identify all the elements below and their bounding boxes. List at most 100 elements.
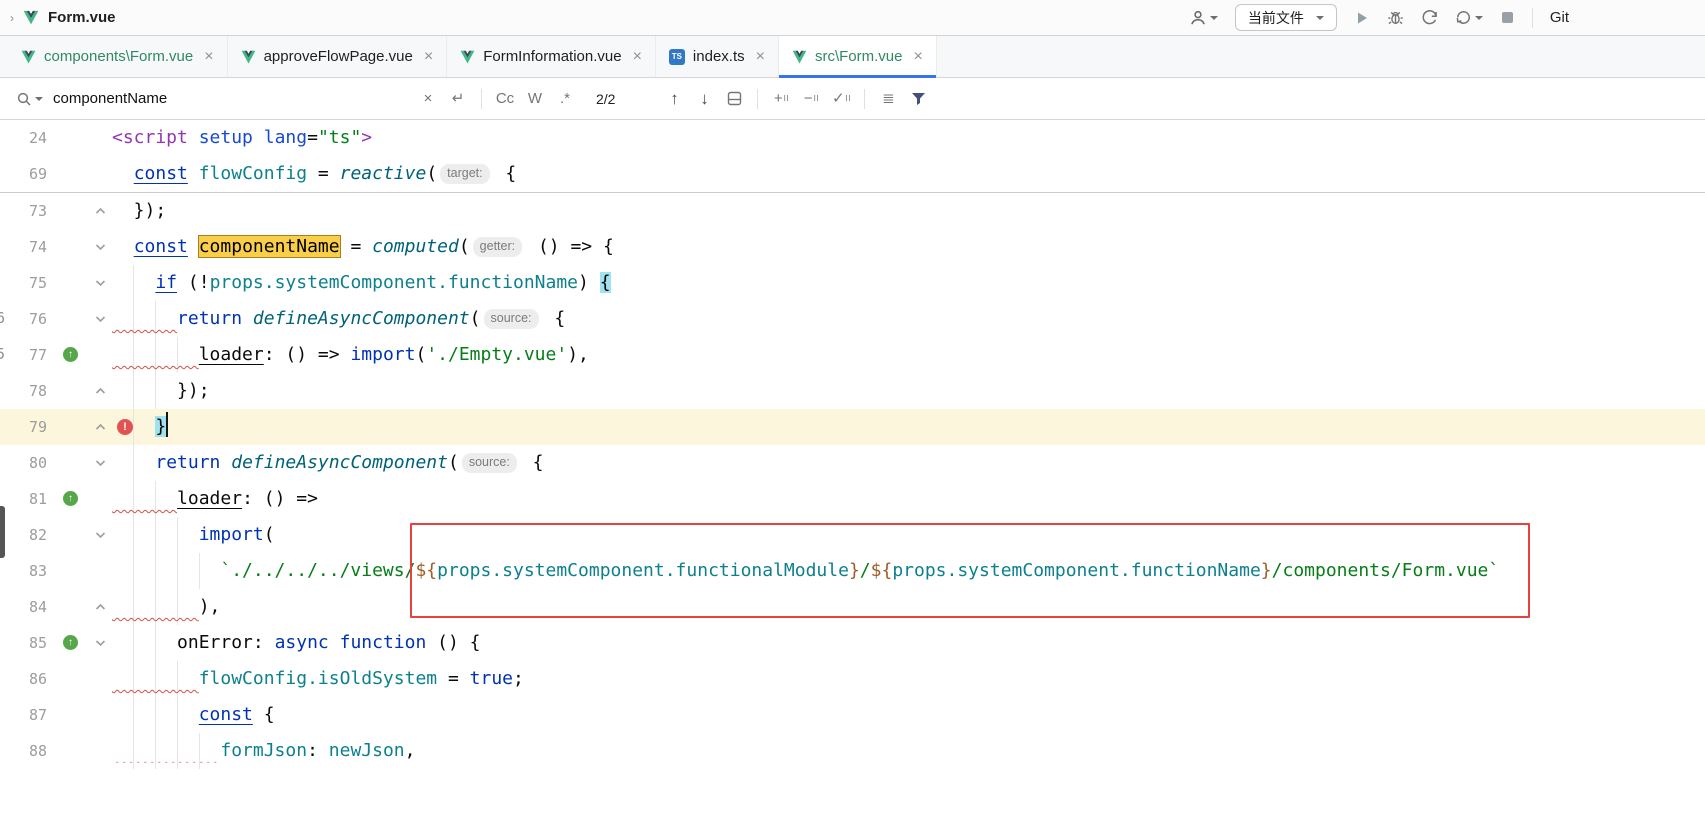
fold-expanded-icon[interactable]: [95, 639, 106, 647]
implemented-arrow-icon[interactable]: ↑: [63, 347, 78, 362]
code-line-78[interactable]: 78 });: [0, 373, 1705, 409]
gutter[interactable]: 83: [0, 553, 112, 589]
filter-lines-icon[interactable]: ≣: [877, 87, 899, 111]
line-number[interactable]: 77: [0, 337, 47, 373]
debug-icon[interactable]: [1387, 9, 1404, 26]
close-tab-icon[interactable]: ×: [633, 49, 642, 65]
code-line-80[interactable]: 80 return defineAsyncComponent(source: {: [0, 445, 1705, 481]
code-line-75[interactable]: 75 if (!props.systemComponent.functionNa…: [0, 265, 1705, 301]
gutter[interactable]: 69: [0, 156, 112, 192]
tab-forminformation-vue[interactable]: FormInformation.vue×: [447, 36, 656, 77]
code-line-81[interactable]: 81↑ loader: () =>: [0, 481, 1705, 517]
code-line-24[interactable]: 24<script setup lang="ts">: [0, 120, 1705, 156]
gutter[interactable]: 77 ↑: [0, 337, 112, 373]
gutter[interactable]: 84: [0, 589, 112, 625]
tab-index-ts[interactable]: TSindex.ts×: [656, 36, 779, 77]
line-number[interactable]: 83: [0, 553, 47, 589]
user-profile-icon[interactable]: [1189, 9, 1218, 27]
line-number[interactable]: 69: [0, 156, 47, 192]
gutter[interactable]: 87: [0, 697, 112, 733]
tab-components-form-vue[interactable]: components\Form.vue×: [8, 36, 228, 77]
rerun-icon[interactable]: [1455, 9, 1483, 26]
run-configuration-select[interactable]: 当前文件: [1235, 4, 1337, 31]
code-line-73[interactable]: 73 });: [0, 193, 1705, 229]
gutter[interactable]: 76: [0, 301, 112, 337]
line-number[interactable]: 88: [0, 733, 47, 769]
line-number[interactable]: 75: [0, 265, 47, 301]
tab-approveflowpage-vue[interactable]: approveFlowPage.vue×: [228, 36, 448, 77]
run-icon[interactable]: [1354, 10, 1370, 26]
code-line-77[interactable]: 77↑ loader: () => import('./Empty.vue'),: [0, 337, 1705, 373]
gutter[interactable]: 81 ↑: [0, 481, 112, 517]
error-icon[interactable]: !: [117, 419, 133, 435]
code-line-86[interactable]: 86 flowConfig.isOldSystem = true;: [0, 661, 1705, 697]
gutter[interactable]: 24: [0, 120, 112, 156]
stop-icon[interactable]: [1500, 10, 1515, 25]
tab-src-form-vue[interactable]: src\Form.vue×: [779, 36, 937, 77]
match-case-toggle[interactable]: Cc: [494, 87, 516, 111]
code-line-79[interactable]: 79 }!: [0, 409, 1705, 445]
insert-newline-icon[interactable]: ↵: [447, 87, 469, 111]
previous-match-icon[interactable]: ↑: [663, 87, 685, 111]
line-number[interactable]: 73: [0, 193, 47, 229]
fold-expanded-icon[interactable]: [95, 279, 106, 287]
fold-end-icon[interactable]: [95, 603, 106, 611]
editor[interactable]: 24<script setup lang="ts">69 const flowC…: [0, 120, 1705, 769]
close-tab-icon[interactable]: ×: [913, 49, 922, 65]
line-number[interactable]: 85: [0, 625, 47, 661]
close-tab-icon[interactable]: ×: [204, 49, 213, 65]
close-tab-icon[interactable]: ×: [424, 49, 433, 65]
line-number[interactable]: 84: [0, 589, 47, 625]
line-number[interactable]: 74: [0, 229, 47, 265]
gutter[interactable]: 86: [0, 661, 112, 697]
open-in-tool-window-icon[interactable]: [723, 87, 745, 111]
remove-selection-icon[interactable]: −II: [800, 87, 822, 111]
gutter[interactable]: 88: [0, 733, 112, 769]
gutter[interactable]: 79: [0, 409, 112, 445]
fold-end-icon[interactable]: [95, 387, 106, 395]
code-line-87[interactable]: 87 const {: [0, 697, 1705, 733]
gutter[interactable]: 80: [0, 445, 112, 481]
search-icon[interactable]: [16, 87, 43, 111]
whole-words-toggle[interactable]: W: [524, 87, 546, 111]
select-all-occurrences-icon[interactable]: ✓II: [830, 87, 852, 111]
filter-search-icon[interactable]: [907, 87, 929, 111]
code-line-85[interactable]: 85↑ onError: async function () {: [0, 625, 1705, 661]
code-line-74[interactable]: 74 const componentName = computed(getter…: [0, 229, 1705, 265]
fold-expanded-icon[interactable]: [95, 531, 106, 539]
fold-expanded-icon[interactable]: [95, 315, 106, 323]
regex-toggle[interactable]: .*: [554, 87, 576, 111]
fold-end-icon[interactable]: [95, 423, 106, 431]
search-input[interactable]: componentName: [53, 90, 413, 107]
implemented-arrow-icon[interactable]: ↑: [63, 635, 78, 650]
line-number[interactable]: 80: [0, 445, 47, 481]
line-number[interactable]: 81: [0, 481, 47, 517]
line-number[interactable]: 76: [0, 301, 47, 337]
fold-expanded-icon[interactable]: [95, 459, 106, 467]
clear-search-icon[interactable]: ×: [417, 87, 439, 111]
left-edge-scrollbar[interactable]: [0, 506, 5, 558]
fold-end-icon[interactable]: [95, 207, 106, 215]
implemented-arrow-icon[interactable]: ↑: [63, 491, 78, 506]
line-number[interactable]: 24: [0, 120, 47, 156]
gutter[interactable]: 85 ↑: [0, 625, 112, 661]
line-number[interactable]: 78: [0, 373, 47, 409]
code-line-88[interactable]: 88 formJson: newJson,: [0, 733, 1705, 769]
code-line-69[interactable]: 69 const flowConfig = reactive(target: {: [0, 156, 1705, 192]
line-number[interactable]: 87: [0, 697, 47, 733]
chevron-right-icon[interactable]: ›: [10, 11, 14, 25]
gutter[interactable]: 73: [0, 193, 112, 229]
line-number[interactable]: 79: [0, 409, 47, 445]
line-number[interactable]: 82: [0, 517, 47, 553]
fold-expanded-icon[interactable]: [95, 243, 106, 251]
code-line-76[interactable]: 76 return defineAsyncComponent(source: {: [0, 301, 1705, 337]
add-selection-icon[interactable]: +II: [770, 87, 792, 111]
line-number[interactable]: 86: [0, 661, 47, 697]
gutter[interactable]: 78: [0, 373, 112, 409]
next-match-icon[interactable]: ↓: [693, 87, 715, 111]
gutter[interactable]: 82: [0, 517, 112, 553]
gutter[interactable]: 74: [0, 229, 112, 265]
gutter[interactable]: 75: [0, 265, 112, 301]
close-tab-icon[interactable]: ×: [756, 49, 765, 65]
git-toolwindow-label[interactable]: Git: [1550, 9, 1569, 26]
